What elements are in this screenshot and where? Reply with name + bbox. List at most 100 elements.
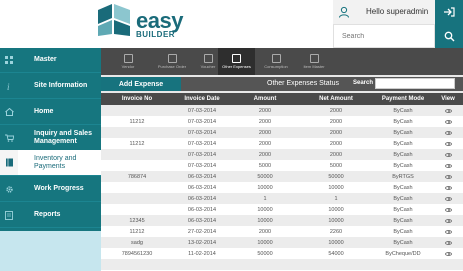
sidebar-item-reports[interactable]: Reports	[0, 203, 101, 228]
table-search-label: Search	[353, 80, 374, 86]
tool-other-expenses[interactable]: Other Expenses	[218, 48, 255, 75]
invoice-date-cell: 07-03-2014	[187, 129, 217, 136]
invoice-no-cell	[101, 160, 173, 171]
search-field[interactable]	[333, 24, 435, 48]
logo[interactable]: easy BUILDER	[96, 4, 216, 44]
invoice-date-cell: 07-03-2014	[187, 151, 217, 158]
tool-consumption[interactable]: Consumption	[259, 48, 293, 75]
table-row[interactable]: 11212 07-03-2014 2000 2000 ByCash	[101, 138, 463, 149]
payment-mode-cell: ByCash	[393, 162, 413, 169]
table-row[interactable]	[101, 259, 463, 270]
net-amount-cell: 2000	[329, 107, 343, 114]
view-button[interactable]	[433, 226, 463, 237]
gear-icon	[0, 177, 18, 201]
payment-mode-cell	[373, 259, 433, 270]
view-button[interactable]	[433, 116, 463, 127]
book-icon	[0, 150, 18, 175]
user-icon[interactable]	[333, 0, 355, 24]
table-row[interactable]: 12345 06-03-2014 10000 10000 ByCash	[101, 215, 463, 226]
view-button[interactable]	[433, 248, 463, 259]
eye-icon	[444, 119, 452, 124]
table-row[interactable]: 11212 27-02-2014 2000 2260 ByCash	[101, 226, 463, 237]
invoice-no-cell: 12345	[129, 217, 145, 224]
invoice-date-cell: 13-02-2014	[187, 239, 217, 246]
view-button[interactable]	[433, 215, 463, 226]
payment-mode-cell: ByCash	[393, 239, 413, 246]
sidebar-item-label: Inquiry and Sales Management	[34, 130, 92, 145]
search-input[interactable]	[334, 25, 434, 48]
column-header-amount[interactable]: Amount	[231, 93, 299, 105]
net-amount-cell: 2000	[329, 129, 343, 136]
amount-cell: 2000	[258, 228, 272, 235]
invoice-no-cell	[101, 259, 173, 270]
sidebar-item-label: Reports	[34, 211, 61, 218]
view-button[interactable]	[433, 160, 463, 171]
logo-mark-icon	[98, 4, 130, 36]
sidebar-item-master[interactable]: Master	[0, 48, 101, 73]
tool-item-master[interactable]: Item Master	[297, 48, 331, 75]
view-button[interactable]	[433, 138, 463, 149]
invoice-date-cell: 07-03-2014	[187, 107, 217, 114]
table-search-input[interactable]	[375, 78, 455, 89]
sidebar-item-label: Home	[34, 108, 54, 115]
amount-cell: 10000	[257, 184, 273, 191]
search-button[interactable]	[435, 24, 463, 48]
table-row[interactable]: 07-03-2014 5000 5000 ByCash	[101, 160, 463, 171]
eye-icon	[444, 108, 452, 113]
table-header: Invoice No Invoice Date Amount Net Amoun…	[101, 93, 463, 105]
user-greeting: Hello superadmin	[366, 7, 429, 16]
column-header-net-amount[interactable]: Net Amount	[299, 93, 373, 105]
invoice-no-cell: 7894561230	[121, 250, 153, 257]
view-button[interactable]	[433, 105, 463, 116]
search-icon	[444, 31, 454, 41]
sidebar-item-inquiry-sales[interactable]: Inquiry and Sales Management	[0, 125, 101, 152]
amount-cell: 5000	[258, 162, 272, 169]
table-row[interactable]: 06-03-2014 10000 10000 ByCash	[101, 204, 463, 215]
table-row[interactable]: 07-03-2014 2000 2000 ByCash	[101, 149, 463, 160]
logo-subtext: BUILDER	[136, 30, 176, 39]
invoice-no-cell	[101, 182, 173, 193]
sidebar-item-inventory-payments[interactable]: Inventory and Payments	[0, 150, 101, 176]
table-row[interactable]: 07-03-2014 2000 2000 ByCash	[101, 105, 463, 116]
eye-icon	[444, 251, 452, 256]
tool-label: Vendor	[121, 64, 135, 69]
view-button[interactable]	[433, 127, 463, 138]
sidebar-item-site-information[interactable]: i Site Information	[0, 74, 101, 99]
purchase-order-icon	[167, 54, 177, 63]
report-icon	[0, 203, 18, 227]
eye-icon	[444, 152, 452, 157]
tool-vendor[interactable]: Vendor	[113, 48, 143, 75]
table-row[interactable]: 786874 06-03-2014 50000 50000 ByRTGS	[101, 171, 463, 182]
view-button[interactable]	[433, 182, 463, 193]
logout-button[interactable]	[435, 0, 463, 24]
view-button[interactable]	[433, 193, 463, 204]
column-header-payment-mode[interactable]: Payment Mode	[373, 93, 433, 105]
view-button[interactable]	[433, 171, 463, 182]
voucher-icon	[203, 54, 213, 63]
amount-cell: 50000	[257, 173, 273, 180]
table-row[interactable]: 07-03-2014 2000 2000 ByCash	[101, 127, 463, 138]
eye-icon	[444, 163, 452, 168]
sidebar-item-work-progress[interactable]: Work Progress	[0, 177, 101, 202]
table-row[interactable]: 06-03-2014 1 1 ByCash	[101, 193, 463, 204]
amount-cell: 1	[263, 195, 267, 202]
payment-mode-cell: ByCash	[393, 140, 413, 147]
table-row[interactable]: 7894561230 11-02-2014 50000 54000 ByCheque/D…	[101, 248, 463, 259]
view-button[interactable]	[433, 204, 463, 215]
net-amount-cell: 2000	[329, 118, 343, 125]
column-header-view: View	[441, 96, 455, 102]
column-header-invoice-date[interactable]: Invoice Date	[173, 93, 231, 105]
invoice-no-cell	[101, 127, 173, 138]
view-button[interactable]	[433, 149, 463, 160]
tool-purchase-order[interactable]: Purchase Order	[153, 48, 191, 75]
sidebar-item-home[interactable]: Home	[0, 100, 101, 125]
net-amount-cell: 5000	[329, 162, 343, 169]
add-expense-button[interactable]: Add Expense	[101, 77, 181, 91]
view-button[interactable]	[433, 237, 463, 248]
column-header-invoice-no[interactable]: Invoice No	[101, 93, 173, 105]
table-row[interactable]: 06-03-2014 10000 10000 ByCash	[101, 182, 463, 193]
net-amount-cell: 10000	[328, 217, 344, 224]
table-row[interactable]: 11212 07-03-2014 2000 2000 ByCash	[101, 116, 463, 127]
info-icon: i	[0, 74, 18, 98]
table-row[interactable]: sadg 13-02-2014 10000 10000 ByCash	[101, 237, 463, 248]
